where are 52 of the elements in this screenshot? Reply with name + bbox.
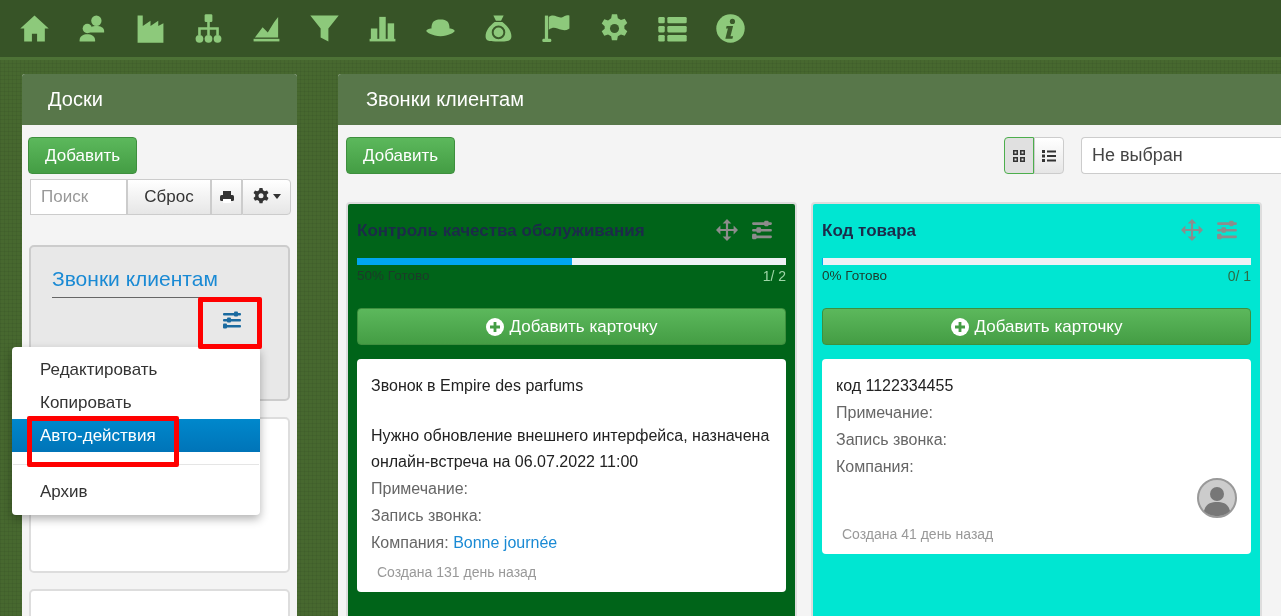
task-card[interactable]: Звонок в Empire des parfums Нужно обновление внешнего интерфейса, назначена онлайн-встреча на 06.07.2022 11:00 Примечание: Запись звонка: Компания: Bonne journée Создана 131 день назад [357, 359, 786, 592]
gear-caret-icon [251, 188, 282, 206]
plus-icon [950, 317, 969, 336]
progress-count: 1/ 2 [762, 268, 786, 284]
settings-dropdown-button[interactable] [242, 179, 291, 215]
sliders-icon[interactable] [1216, 219, 1238, 241]
card-description: Нужно обновление внешнего интерфейса, назначена онлайн-встреча на 06.07.2022 11:00 [371, 426, 771, 472]
reset-button[interactable]: Сброс [127, 179, 211, 215]
field-label: Компания: [836, 457, 915, 477]
sliders-icon[interactable] [222, 310, 242, 330]
created-date: Создана 131 день назад [377, 564, 538, 580]
highlight-frame [198, 297, 262, 349]
field-label: Запись звонка: [836, 430, 949, 450]
progress-label: 0% Готово [822, 268, 887, 284]
filter-icon[interactable] [309, 13, 340, 44]
info-icon[interactable] [715, 13, 746, 44]
grid-icon [1012, 148, 1026, 163]
card-title: Звонок в Empire des parfums [371, 376, 585, 396]
add-button[interactable]: Добавить [28, 137, 138, 174]
filter-select[interactable]: Не выбран [1081, 137, 1281, 174]
add-button[interactable]: Добавить [346, 137, 456, 174]
field-label: Примечание: [371, 479, 470, 499]
field-label: Компания: [371, 534, 449, 551]
print-button[interactable] [211, 179, 242, 215]
progress-count: 0/ 1 [1227, 268, 1251, 284]
field-label: Запись звонка: [371, 506, 484, 526]
field-label: Примечание: [836, 403, 935, 423]
menu-item[interactable]: Авто-действия [12, 419, 260, 452]
factory-icon[interactable] [135, 13, 166, 44]
list-icon [1042, 148, 1056, 163]
board-title[interactable]: Звонки клиентам [52, 267, 226, 298]
grid-view-button[interactable] [1004, 137, 1034, 174]
company-link[interactable]: Bonne journée [453, 534, 558, 551]
created-date: Создана 41 день назад [842, 526, 995, 542]
add-card-button[interactable]: Добавить карточку [357, 308, 786, 345]
panel-title: Доски [22, 74, 297, 125]
search-field[interactable]: Поиск [30, 179, 127, 215]
home-icon[interactable] [19, 13, 50, 44]
card-title: код 1122334455 [836, 376, 955, 396]
menu-item[interactable]: Архив [12, 479, 260, 504]
money-bag-icon[interactable] [483, 13, 514, 44]
column-title: Контроль качества обслуживания [357, 220, 646, 241]
list-view-button[interactable] [1034, 137, 1064, 174]
board-title: Звонки клиентам [338, 74, 1281, 125]
hierarchy-icon[interactable] [193, 13, 224, 44]
printer-icon [219, 190, 234, 204]
plus-icon [485, 317, 504, 336]
flag-icon[interactable] [541, 13, 572, 44]
column-title: Код товара [822, 220, 918, 241]
add-card-button[interactable]: Добавить карточку [822, 308, 1251, 345]
sliders-icon[interactable] [751, 219, 773, 241]
task-card[interactable]: код 1122334455 Примечание: Запись звонка: Компания: Создана 41 день назад [822, 359, 1251, 554]
